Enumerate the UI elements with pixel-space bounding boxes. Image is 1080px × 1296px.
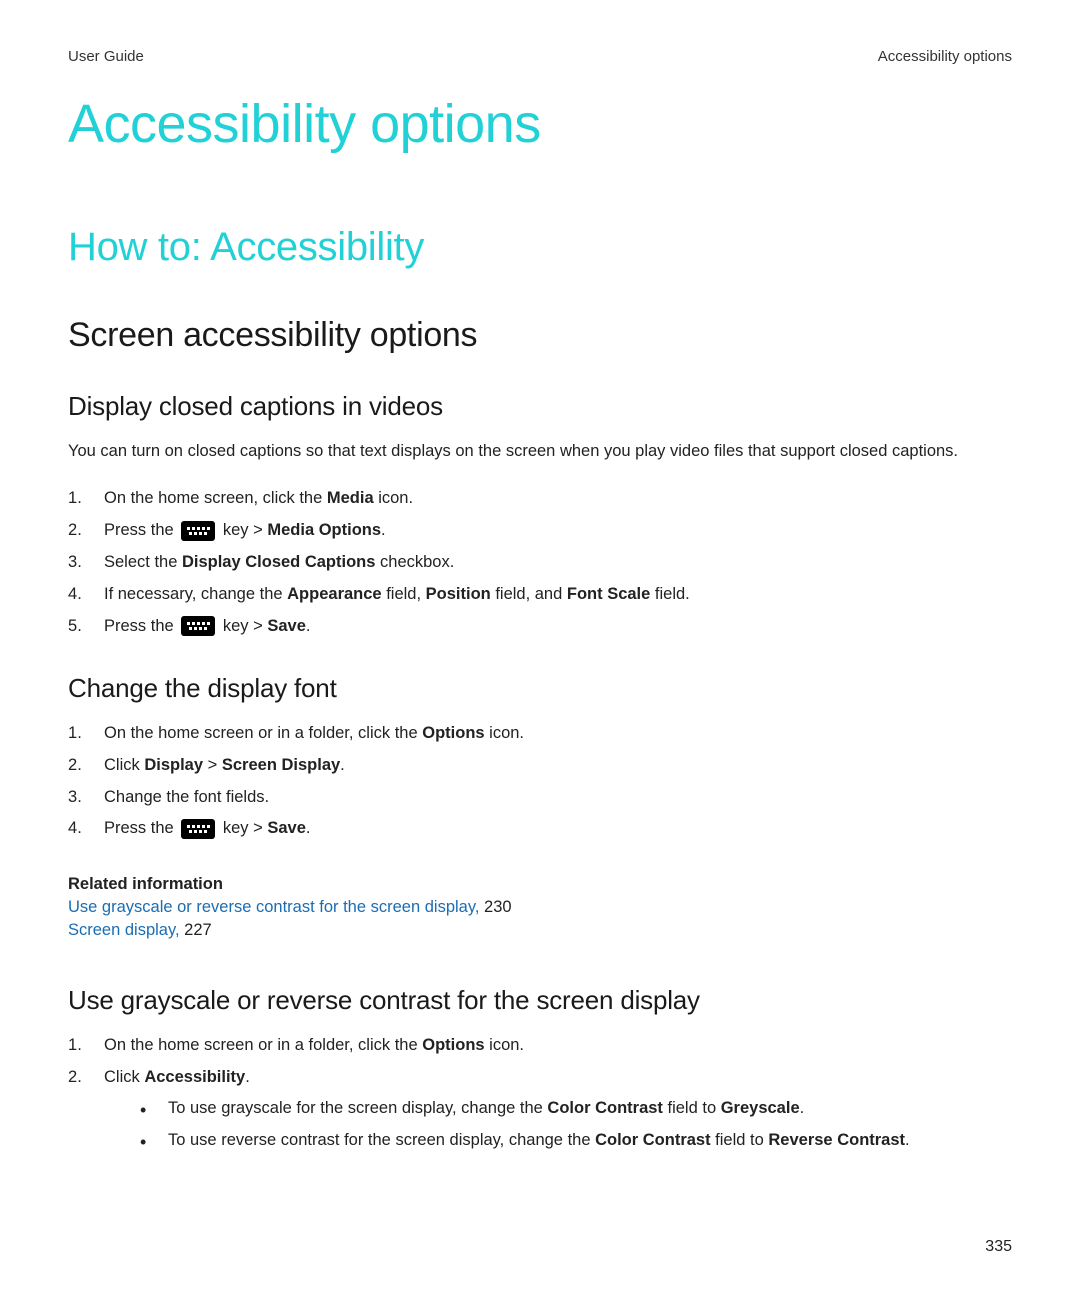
steps-grayscale: On the home screen or in a folder, click… <box>68 1034 1012 1154</box>
step: On the home screen, click the Media icon… <box>68 487 1012 511</box>
related-heading: Related information <box>68 875 1012 894</box>
step: Press the key > Save. <box>68 615 1012 639</box>
topic-intro: You can turn on closed captions so that … <box>68 440 1012 463</box>
step: Press the key > Save. <box>68 817 1012 841</box>
related-link-screen-display[interactable]: Screen display, <box>68 921 180 939</box>
header-left: User Guide <box>68 48 144 65</box>
step: Click Accessibility. To use grayscale fo… <box>68 1066 1012 1154</box>
related-link-row: Screen display, 227 <box>68 919 1012 942</box>
bullet: To use grayscale for the screen display,… <box>140 1097 1012 1121</box>
topic-title-display-font: Change the display font <box>68 673 1012 704</box>
bullet: To use reverse contrast for the screen d… <box>140 1129 1012 1153</box>
step: Change the font fields. <box>68 786 1012 810</box>
step: Click Display > Screen Display. <box>68 754 1012 778</box>
related-link-grayscale[interactable]: Use grayscale or reverse contrast for th… <box>68 898 479 916</box>
sub-bullets: To use grayscale for the screen display,… <box>140 1097 1012 1153</box>
step: On the home screen or in a folder, click… <box>68 1034 1012 1058</box>
topic-title-grayscale: Use grayscale or reverse contrast for th… <box>68 985 1012 1016</box>
related-information: Related information Use grayscale or rev… <box>68 875 1012 942</box>
step: Press the key > Media Options. <box>68 519 1012 543</box>
page-header: User Guide Accessibility options <box>68 48 1012 65</box>
step: Select the Display Closed Captions check… <box>68 551 1012 575</box>
page-number: 335 <box>985 1238 1012 1256</box>
step: On the home screen or in a folder, click… <box>68 722 1012 746</box>
step: If necessary, change the Appearance fiel… <box>68 583 1012 607</box>
section-heading: How to: Accessibility <box>68 225 1012 270</box>
subsection-heading: Screen accessibility options <box>68 316 1012 355</box>
blackberry-key-icon <box>181 521 215 541</box>
topic-title-closed-captions: Display closed captions in videos <box>68 391 1012 422</box>
related-link-row: Use grayscale or reverse contrast for th… <box>68 896 1012 919</box>
blackberry-key-icon <box>181 616 215 636</box>
steps-display-font: On the home screen or in a folder, click… <box>68 722 1012 842</box>
blackberry-key-icon <box>181 819 215 839</box>
page-title: Accessibility options <box>68 93 1012 155</box>
steps-closed-captions: On the home screen, click the Media icon… <box>68 487 1012 639</box>
header-right: Accessibility options <box>878 48 1012 65</box>
